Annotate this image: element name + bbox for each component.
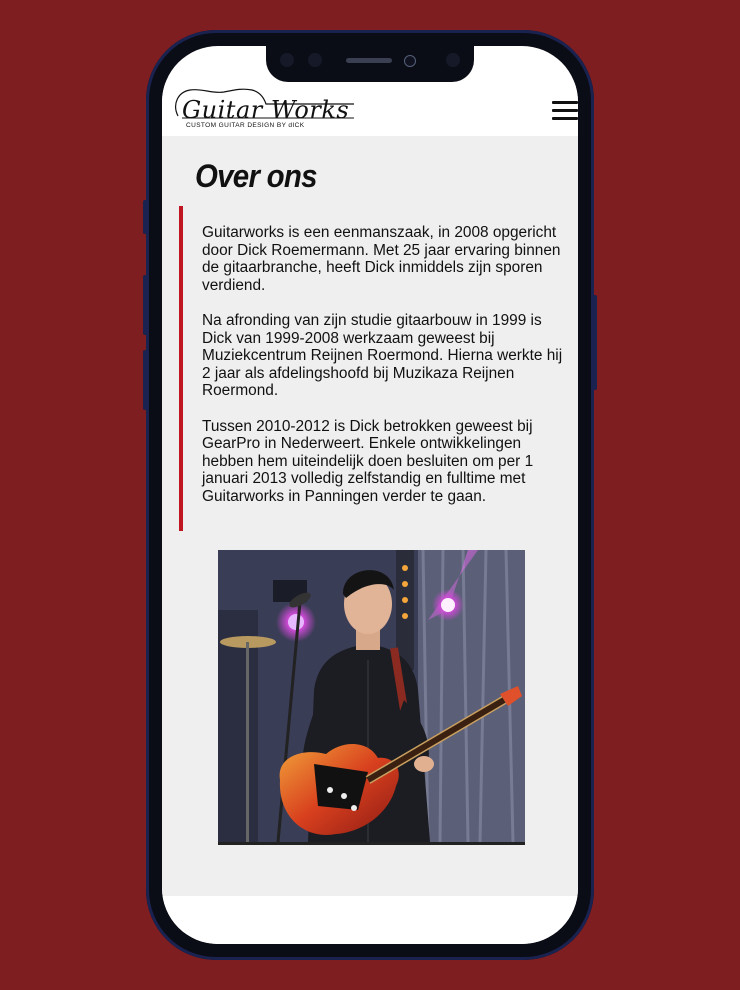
page-title: Over ons xyxy=(195,158,317,194)
sensor-icon xyxy=(280,53,294,67)
phone-notch xyxy=(266,46,474,82)
about-text: Guitarworks is een eenmanszaak, in 2008 … xyxy=(202,224,568,523)
paragraph: Tussen 2010-2012 is Dick betrokken gewee… xyxy=(202,417,534,505)
hamburger-menu-icon[interactable] xyxy=(552,101,578,120)
guitarist-photo-illustration xyxy=(218,550,525,842)
side-button xyxy=(143,200,147,234)
guitarworks-logo[interactable]: Guitar Works CUSTOM GUITAR DESIGN BY dIC… xyxy=(168,82,358,132)
logo-tagline: CUSTOM GUITAR DESIGN BY dICK xyxy=(186,122,305,129)
sensor-icon xyxy=(446,53,460,67)
power-button xyxy=(593,295,597,390)
camera-lens-icon xyxy=(404,55,416,67)
phone-screen: Guitar Works CUSTOM GUITAR DESIGN BY dIC… xyxy=(162,46,578,944)
page-bottom xyxy=(162,896,578,944)
paragraph: Guitarworks is een eenmanszaak, in 2008 … xyxy=(202,224,561,294)
volume-up-button xyxy=(143,275,147,335)
sensor-icon xyxy=(308,53,322,67)
phone-frame: Guitar Works CUSTOM GUITAR DESIGN BY dIC… xyxy=(143,30,597,960)
speaker-grille xyxy=(346,58,392,63)
site-header: Guitar Works CUSTOM GUITAR DESIGN BY dIC… xyxy=(162,82,578,136)
logo-text: Guitar Works xyxy=(182,96,350,124)
accent-bar xyxy=(179,206,183,531)
paragraph: Na afronding van zijn studie gitaarbouw … xyxy=(202,312,563,399)
volume-down-button xyxy=(143,350,147,410)
guitarist-photo xyxy=(218,550,525,845)
about-section: Over ons Guitarworks is een eenmanszaak,… xyxy=(162,136,578,896)
